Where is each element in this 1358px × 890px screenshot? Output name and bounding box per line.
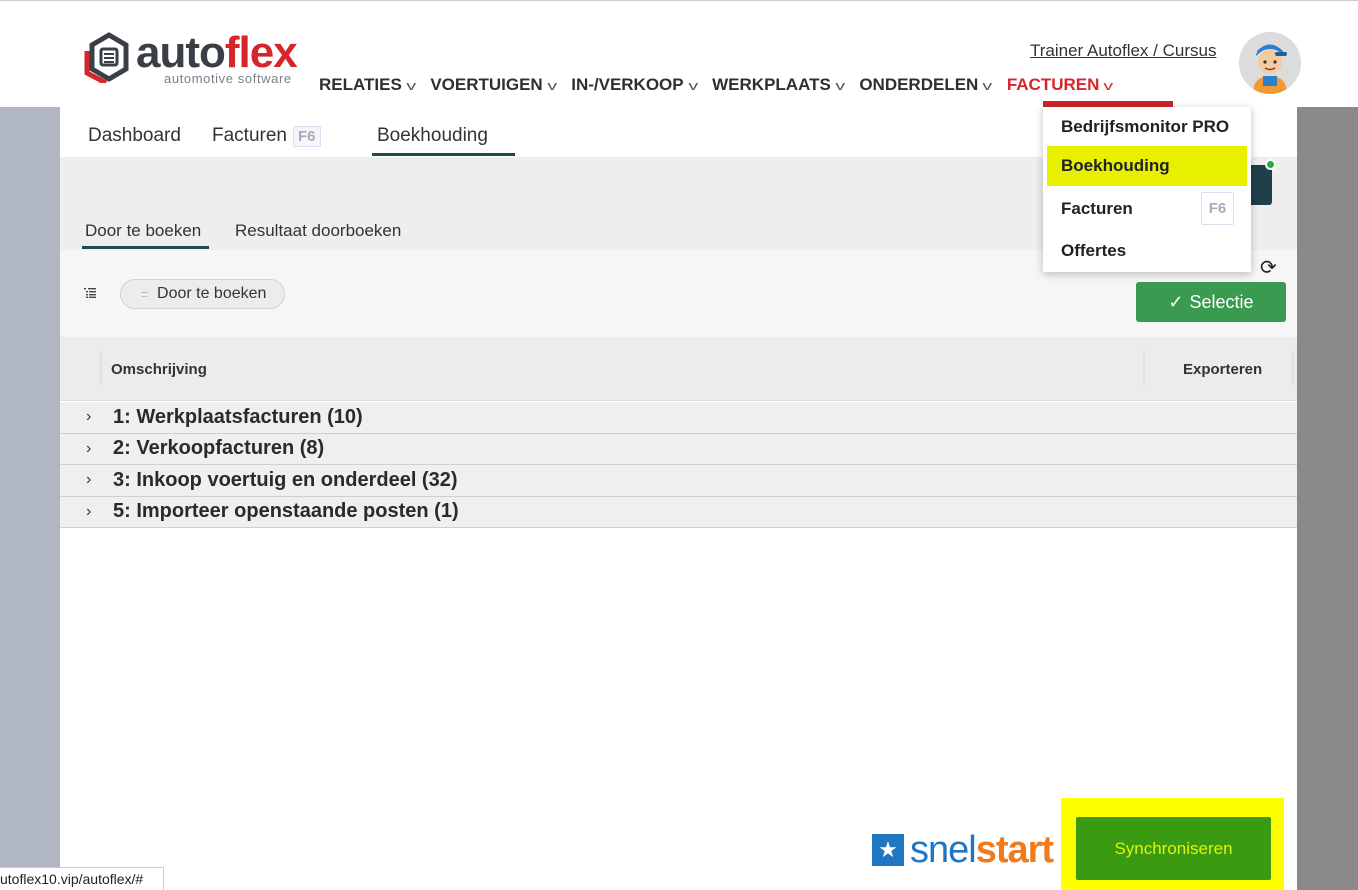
column-separator	[100, 351, 102, 385]
synchroniseren-button[interactable]: Synchroniseren	[1076, 817, 1271, 880]
nav-relaties[interactable]: RELATIES v	[319, 75, 416, 95]
nav-label: WERKPLAATS	[712, 75, 831, 94]
row-label: 3: Inkoop voertuig en onderdeel (32)	[113, 468, 458, 491]
tab-resultaat-doorboeken[interactable]: Resultaat doorboeken	[235, 221, 401, 241]
chevron-down-icon: v	[1103, 77, 1114, 93]
group-chip-label: Door te boeken	[157, 285, 267, 302]
chevron-down-icon: v	[982, 77, 993, 93]
nav-label: RELATIES	[319, 75, 402, 94]
autoflex-logo[interactable]: autoflex automotive software	[84, 31, 314, 87]
app-header: autoflex automotive software RELATIES v V…	[0, 0, 1358, 108]
menu-item-facturen[interactable]: Facturen F6	[1043, 189, 1251, 229]
menu-item-bedrijfsmonitor[interactable]: Bedrijfsmonitor PRO	[1043, 107, 1251, 147]
tab-dashboard[interactable]: Dashboard	[88, 125, 181, 147]
column-separator	[1143, 351, 1145, 385]
notification-dot	[1265, 159, 1276, 170]
left-backdrop	[0, 107, 60, 890]
facturen-dropdown-menu: Bedrijfsmonitor PRO Boekhouding Facturen…	[1043, 107, 1251, 272]
logo-tagline: automotive software	[164, 71, 292, 86]
column-separator	[1292, 351, 1294, 385]
chevron-right-icon[interactable]: ›	[86, 471, 91, 489]
tab-boekhouding[interactable]: Boekhouding	[377, 125, 488, 147]
table-row[interactable]: › 1: Werkplaatsfacturen (10)	[60, 402, 1297, 434]
column-header-omschrijving[interactable]: Omschrijving	[111, 361, 207, 378]
snelstart-wordmark: snelstart	[910, 829, 1054, 871]
browser-status-bar: utoflex10.vip/autoflex/#	[0, 867, 164, 890]
nav-label: VOERTUIGEN	[430, 75, 543, 94]
nav-facturen[interactable]: FACTUREN v	[1006, 75, 1114, 95]
tab-door-te-boeken[interactable]: Door te boeken	[85, 221, 201, 241]
nav-in-verkoop[interactable]: IN-/VERKOOP v	[571, 75, 698, 95]
mechanic-avatar-icon	[1239, 32, 1301, 94]
snelstart-logo: ★ snelstart	[872, 829, 1054, 871]
user-name-link[interactable]: Trainer Autoflex / Cursus	[1030, 41, 1216, 61]
column-header-exporteren[interactable]: Exporteren	[1183, 361, 1262, 378]
nav-label: FACTUREN	[1006, 75, 1100, 94]
table-header: Omschrijving Exporteren	[60, 337, 1297, 401]
table-row[interactable]: › 5: Importeer openstaande posten (1)	[60, 496, 1297, 528]
selectie-button[interactable]: ✓ Selectie	[1136, 282, 1286, 322]
nav-label: ONDERDELEN	[859, 75, 979, 94]
chevron-right-icon[interactable]: ›	[86, 503, 91, 521]
refresh-icon[interactable]: ⟳	[1260, 258, 1280, 278]
right-backdrop	[1297, 107, 1358, 890]
group-rows: › 1: Werkplaatsfacturen (10) › 2: Verkoopf…	[60, 402, 1297, 528]
avatar[interactable]	[1239, 32, 1301, 94]
group-chip[interactable]: :::: Door te boeken	[120, 279, 285, 309]
nav-onderdelen[interactable]: ONDERDELEN v	[859, 75, 993, 95]
row-label: 2: Verkoopfacturen (8)	[113, 437, 325, 460]
chevron-down-icon: v	[688, 77, 698, 93]
tab-facturen[interactable]: Facturen F6	[212, 125, 321, 147]
tab-facturen-label: Facturen	[212, 125, 287, 146]
chevron-down-icon: v	[547, 77, 557, 93]
menu-item-label: Facturen	[1061, 199, 1133, 218]
logo-word-auto: auto	[136, 28, 226, 77]
nav-voertuigen[interactable]: VOERTUIGEN v	[430, 75, 557, 95]
snelstart-word-start: start	[975, 829, 1054, 871]
row-label: 5: Importeer openstaande posten (1)	[113, 500, 459, 523]
shortcut-key-badge: F6	[292, 126, 321, 147]
tab-active-indicator	[372, 153, 515, 156]
chevron-right-icon[interactable]: ›	[86, 408, 91, 426]
logo-wordmark: autoflex	[136, 28, 298, 77]
inner-tab-active-indicator	[82, 246, 209, 249]
selectie-label: Selectie	[1189, 291, 1254, 312]
star-icon: ★	[872, 834, 904, 866]
autoflex-logo-icon	[84, 32, 129, 83]
table-row[interactable]: › 2: Verkoopfacturen (8)	[60, 433, 1297, 465]
column-list-icon[interactable]	[84, 288, 96, 298]
menu-item-boekhouding[interactable]: Boekhouding	[1047, 146, 1247, 186]
snelstart-word-snel: snel	[910, 829, 977, 871]
chevron-right-icon[interactable]: ›	[86, 440, 91, 458]
table-row[interactable]: › 3: Inkoop voertuig en onderdeel (32)	[60, 465, 1297, 497]
nav-werkplaats[interactable]: WERKPLAATS v	[712, 75, 845, 95]
row-label: 1: Werkplaatsfacturen (10)	[113, 405, 363, 428]
shortcut-key-badge: F6	[1201, 192, 1234, 225]
main-nav: RELATIES v VOERTUIGEN v IN-/VERKOOP v WERKP…	[319, 75, 1128, 95]
drag-grip-icon: ::::	[141, 289, 148, 299]
menu-item-offertes[interactable]: Offertes	[1043, 231, 1251, 271]
logo-word-flex: flex	[224, 28, 298, 77]
chevron-down-icon: v	[835, 77, 845, 93]
check-icon: ✓	[1168, 291, 1184, 312]
chevron-down-icon: v	[406, 77, 416, 93]
nav-label: IN-/VERKOOP	[571, 75, 684, 94]
